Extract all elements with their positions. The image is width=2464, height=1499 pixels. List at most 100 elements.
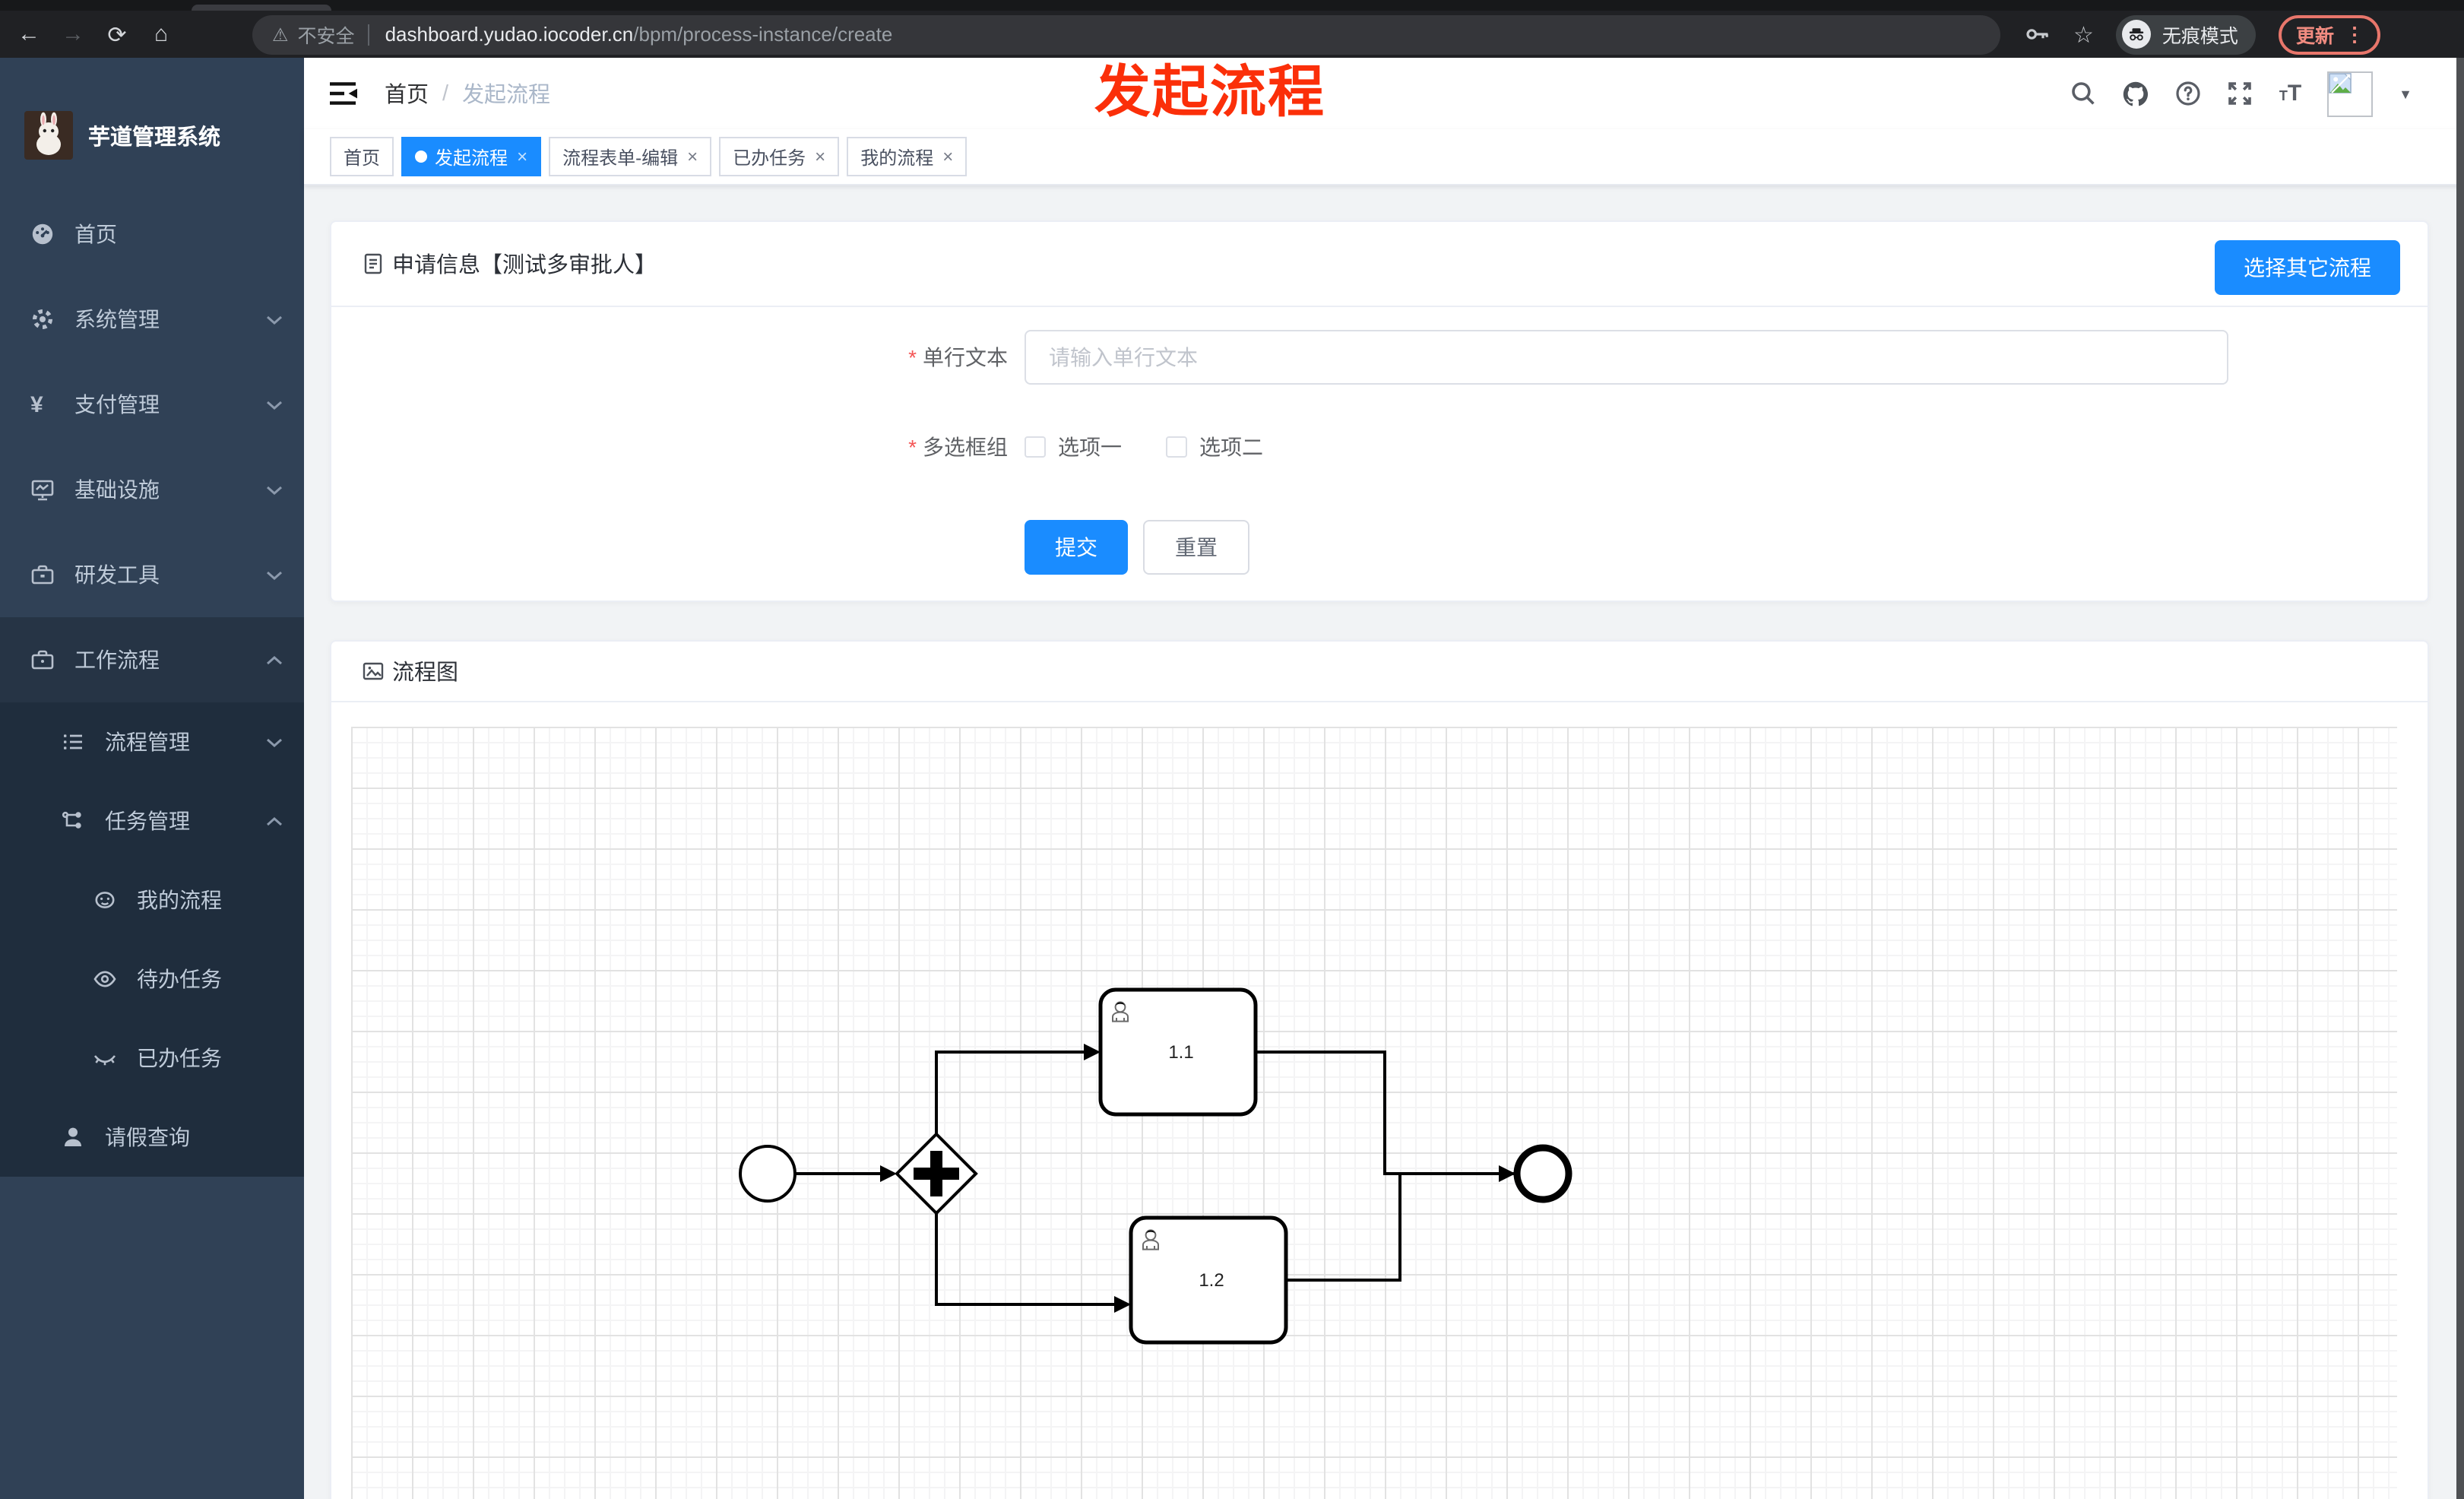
home-icon[interactable]: ⌂ [147, 21, 175, 47]
chrome-right-controls: ☆ 无痕模式 更新 ⋮ [2025, 14, 2381, 54]
tab-my-process[interactable]: 我的流程 × [847, 137, 968, 176]
sidebar-item-my-process[interactable]: 我的流程 [0, 860, 304, 940]
sidebar-item-done-tasks[interactable]: 已办任务 [0, 1019, 304, 1098]
form-actions-row: 提交 重置 [331, 520, 2428, 575]
breadcrumb-home[interactable]: 首页 [385, 78, 429, 109]
start-event[interactable] [739, 1145, 797, 1203]
sidebar-item-task-mgmt[interactable]: 任务管理 [0, 781, 304, 860]
tab-label: 已办任务 [733, 147, 806, 168]
sidebar-item-system[interactable]: 系统管理 [0, 277, 304, 362]
user-task-1-1[interactable]: 1.1 [1098, 987, 1258, 1117]
sidebar-item-label: 基础设施 [74, 477, 160, 502]
sidebar-item-label: 支付管理 [74, 392, 160, 417]
checkbox-option-2[interactable]: 选项二 [1166, 432, 1263, 462]
task-label: 1.2 [1199, 1270, 1224, 1291]
face-icon [93, 888, 129, 912]
breadcrumb-current: 发起流程 [462, 84, 551, 108]
tab-close-icon[interactable]: × [815, 146, 825, 167]
list-icon [61, 730, 97, 754]
required-mark: * [908, 435, 917, 459]
tab-done-tasks[interactable]: 已办任务 × [719, 137, 840, 176]
browser-menu-icon[interactable]: ⋮ [2345, 22, 2364, 46]
sidebar-item-infra[interactable]: 基础设施 [0, 447, 304, 532]
end-event[interactable] [1513, 1144, 1572, 1203]
sidebar-item-workflow[interactable]: 工作流程 [0, 617, 304, 702]
checkbox-icon[interactable] [1166, 436, 1187, 458]
app-title: 芋道管理系统 [88, 125, 220, 150]
picture-icon [363, 662, 384, 680]
sidebar-item-devtools[interactable]: 研发工具 [0, 532, 304, 617]
not-secure-label[interactable]: 不安全 [298, 20, 355, 49]
breadcrumb-separator: / [442, 81, 449, 106]
sidebar-item-label: 研发工具 [74, 563, 160, 587]
sidebar-item-label: 任务管理 [105, 809, 190, 833]
sidebar-logo[interactable]: 芋道管理系统 [0, 58, 304, 192]
navbar-right-icons: TT ▼ [2071, 71, 2412, 116]
checkbox-option-1[interactable]: 选项一 [1025, 432, 1122, 462]
browser-chrome: ← → ⟳ ⌂ ⚠ 不安全 dashboard.yudao.iocoder.cn… [0, 0, 2464, 58]
reset-button[interactable]: 重置 [1143, 520, 1249, 575]
avatar-caret-down-icon[interactable]: ▼ [2399, 86, 2412, 101]
tab-start-process[interactable]: 发起流程 × [401, 137, 542, 176]
tab-close-icon[interactable]: × [687, 146, 698, 167]
sidebar-item-home[interactable]: 首页 [0, 192, 304, 277]
browser-update-button[interactable]: 更新 ⋮ [2279, 14, 2381, 54]
github-icon[interactable] [2123, 80, 2150, 107]
avatar[interactable] [2327, 71, 2374, 116]
sidebar-item-todo-tasks[interactable]: 待办任务 [0, 940, 304, 1019]
tab-home[interactable]: 首页 [330, 137, 394, 176]
search-icon[interactable] [2071, 81, 2097, 106]
user-task-1-2[interactable]: 1.2 [1129, 1215, 1288, 1345]
chevron-down-icon [266, 484, 283, 495]
password-key-icon[interactable] [2025, 21, 2051, 47]
active-browser-tab[interactable] [192, 5, 331, 11]
reload-icon[interactable]: ⟳ [103, 21, 131, 48]
tab-close-icon[interactable]: × [517, 146, 527, 167]
bpmn-canvas[interactable]: 1.1 1.2 [351, 727, 2397, 1499]
page-scrollbar[interactable] [2456, 58, 2464, 1499]
sidebar-collapse-icon[interactable] [328, 81, 359, 106]
chevron-down-icon [266, 737, 283, 747]
back-icon[interactable]: ← [15, 21, 43, 47]
apply-info-card: 申请信息【测试多审批人】 选择其它流程 *单行文本 *多选框组 选项一 [330, 220, 2429, 602]
sidebar-item-label: 工作流程 [74, 648, 160, 672]
required-mark: * [908, 345, 917, 369]
chevron-up-icon [266, 816, 283, 826]
forward-icon[interactable]: → [59, 21, 87, 47]
bookmark-star-icon[interactable]: ☆ [2073, 21, 2094, 48]
fullscreen-icon[interactable] [2228, 81, 2253, 106]
parallel-gateway[interactable] [895, 1132, 978, 1215]
breadcrumb: 首页 / 发起流程 [385, 78, 550, 109]
sidebar-item-process-mgmt[interactable]: 流程管理 [0, 702, 304, 781]
document-icon [364, 253, 382, 274]
briefcase-icon [30, 648, 67, 672]
sidebar: 芋道管理系统 首页 系统管理 ¥ 支付管理 基础设施 研发工具 工作流程 流程管… [0, 58, 304, 1499]
checkbox-icon[interactable] [1025, 436, 1046, 458]
url-domain: dashboard.yudao.iocoder.cn [385, 23, 634, 46]
flow-icon [61, 809, 97, 833]
yen-icon: ¥ [30, 391, 43, 417]
url-bar[interactable]: ⚠ 不安全 dashboard.yudao.iocoder.cn /bpm/pr… [252, 14, 2000, 54]
sidebar-item-label: 待办任务 [137, 967, 222, 991]
checkbox-group-label: * 多选框组 [908, 435, 1008, 459]
sidebar-item-payment[interactable]: ¥ 支付管理 [0, 362, 304, 447]
help-icon[interactable] [2176, 81, 2202, 106]
chevron-down-icon [266, 399, 283, 410]
sidebar-item-label: 系统管理 [74, 307, 160, 331]
tab-form-edit[interactable]: 流程表单-编辑 × [549, 137, 712, 176]
single-line-text-input[interactable] [1025, 330, 2228, 385]
tab-close-icon[interactable]: × [942, 146, 953, 167]
user-icon [61, 1125, 97, 1149]
font-size-icon[interactable]: TT [2279, 81, 2301, 106]
active-tab-dot [415, 151, 428, 163]
sidebar-item-leave-query[interactable]: 请假查询 [0, 1098, 304, 1177]
submit-button[interactable]: 提交 [1025, 520, 1128, 575]
chevron-up-icon [266, 654, 283, 665]
toolbox-icon [30, 563, 67, 587]
tab-label: 发起流程 [435, 147, 508, 168]
choose-other-process-button[interactable]: 选择其它流程 [2215, 240, 2400, 295]
workflow-submenu: 流程管理 任务管理 我的流程 待办任务 已办任务 请假查询 [0, 702, 304, 1177]
tab-label: 首页 [344, 147, 381, 168]
top-navbar: 首页 / 发起流程 TT ▼ [304, 58, 2464, 129]
sidebar-menu: 首页 系统管理 ¥ 支付管理 基础设施 研发工具 工作流程 流程管理 任务管理 … [0, 192, 304, 1177]
